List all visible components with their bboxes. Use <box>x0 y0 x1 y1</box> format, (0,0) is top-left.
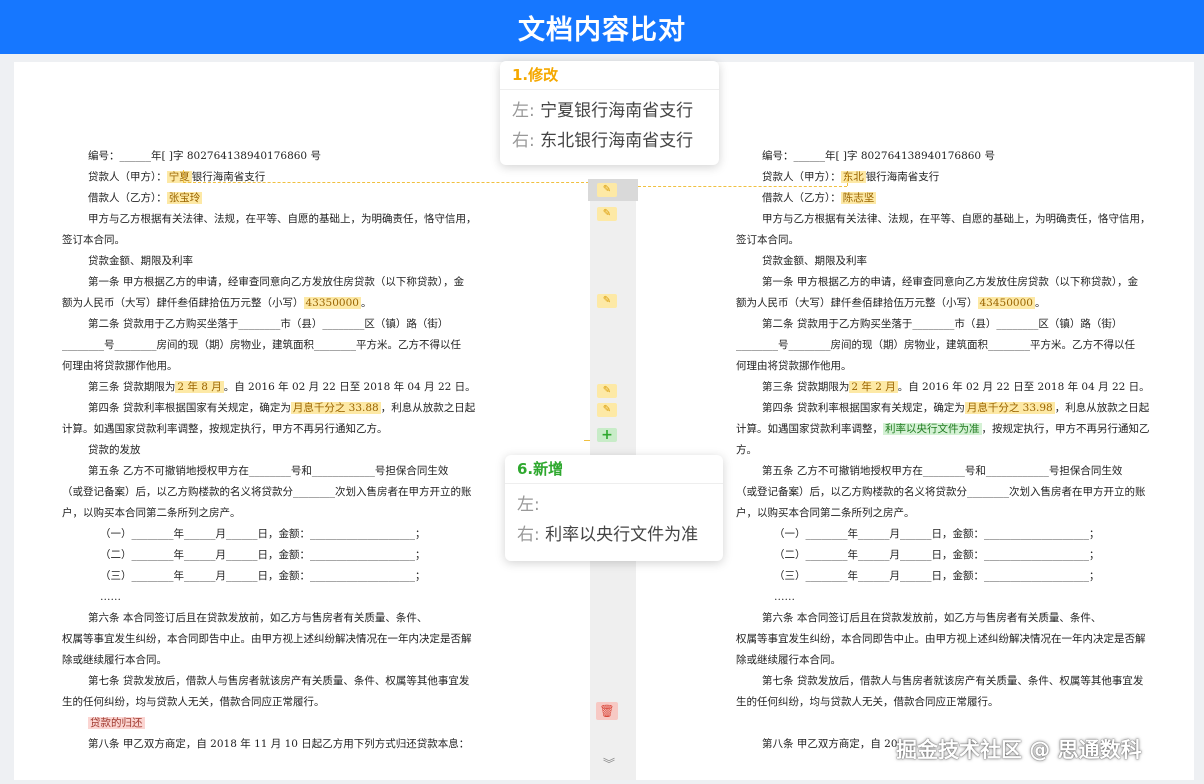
doc-line: 第七条 贷款发放后，借款人与售房者就该房产有关质量、条件、权属等其他事宜发 <box>88 675 470 687</box>
doc-line: （一）________年______月______日，金额：__________… <box>774 528 1100 540</box>
doc-line: 户，以购买本合同第二条所列之房产。 <box>62 507 241 519</box>
right-document: 编号：______年[ ]字 802764138940176860 号 贷款人（… <box>736 146 1151 755</box>
doc-line: ________号________房间的现（期）房物业，建筑面积________… <box>736 339 1135 351</box>
app-header: 文档内容比对 <box>0 0 1204 54</box>
doc-line: 签订本合同。 <box>736 234 799 246</box>
page-title: 文档内容比对 <box>518 14 686 46</box>
doc-line: 何理由将贷款挪作他用。 <box>62 360 178 372</box>
doc-line: 贷款金额、期限及利率 <box>762 255 867 267</box>
doc-line: 第二条 贷款用于乙方购买坐落于________市（县）________区（镇）路… <box>762 318 1123 330</box>
doc-line: 除或继续履行本合同。 <box>736 654 841 666</box>
diff-connector <box>183 182 589 183</box>
doc-line: 生的任何纠纷，均与贷款人无关，借款合同应正常履行。 <box>62 696 325 708</box>
diff-add-highlight[interactable]: 利率以央行文件为准 <box>883 423 982 435</box>
pencil-icon[interactable]: ✎ <box>597 183 617 197</box>
diff-delete-highlight[interactable]: 贷款的归还 <box>88 717 145 729</box>
doc-line: 第六条 本合同签订后且在贷款发放前，如乙方与售房者有关质量、条件、 <box>88 612 428 624</box>
doc-line: 第七条 贷款发放后，借款人与售房者就该房产有关质量、条件、权属等其他事宜发 <box>762 675 1144 687</box>
watermark-text: 掘金技术社区 @ 思通数科 <box>896 738 1142 762</box>
doc-line: 贷款金额、期限及利率 <box>88 255 193 267</box>
doc-line: 第四条 贷款利率根据国家有关规定，确定为 月息千分之 33.88 ，利息从放款之日起 <box>88 402 476 414</box>
doc-line: 签订本合同。 <box>62 234 125 246</box>
doc-line: 计算。如遇国家贷款利率调整， 利率以央行文件为准 ，按规定执行，甲方不再另行通知乙 <box>736 423 1150 435</box>
diff-modify-highlight[interactable]: 月息千分之 33.88 <box>290 402 381 414</box>
doc-line: （二）________年______月______日，金额：__________… <box>100 549 426 561</box>
doc-line: 何理由将贷款挪作他用。 <box>736 360 852 372</box>
doc-line: 第五条 乙方不可撤销地授权甲方在________号和____________号担… <box>762 465 1123 477</box>
pencil-icon[interactable]: ✎ <box>597 384 617 398</box>
doc-line: 借款人（乙方）： 陈志坚 <box>762 192 877 204</box>
doc-line: （三）________年______月______日，金额：__________… <box>774 570 1100 582</box>
doc-line: 第四条 贷款利率根据国家有关规定，确定为 月息千分之 33.98 ，利息从放款之日起 <box>762 402 1150 414</box>
diff-modify-highlight[interactable]: 43450000 <box>977 297 1035 309</box>
doc-line: …… <box>774 591 795 603</box>
doc-line: 第二条 贷款用于乙方购买坐落于________市（县）________区（镇）路… <box>88 318 449 330</box>
doc-line: （二）________年______月______日，金额：__________… <box>774 549 1100 561</box>
diff-modify-highlight[interactable]: 2 年 2 月 <box>849 381 898 393</box>
doc-line: 贷款人（甲方）： 宁夏 银行海南省支行 <box>88 171 266 183</box>
doc-line: …… <box>100 591 121 603</box>
diff-modify-highlight[interactable]: 陈志坚 <box>840 192 877 204</box>
trash-icon[interactable]: 🗑 <box>596 702 618 720</box>
popup-right-row: 右: 利率以央行文件为准 <box>517 525 699 545</box>
diff-detail-popup-add: 6.新增 左: 右: 利率以央行文件为准 <box>505 455 723 561</box>
plus-icon[interactable]: + <box>597 428 617 442</box>
doc-line: 权属等事宜发生纠纷，本合同即告中止。由甲方视上述纠纷解决情况在一年内决定是否解 <box>736 633 1146 645</box>
doc-line: （一）________年______月______日，金额：__________… <box>100 528 426 540</box>
doc-line: 甲方与乙方根据有关法律、法规，在平等、自愿的基础上，为明确责任，恪守信用， <box>762 213 1151 225</box>
pencil-icon[interactable]: ✎ <box>597 294 617 308</box>
popup-left-row: 左: <box>517 495 540 515</box>
doc-line: 第一条 甲方根据乙方的申请，经审查同意向乙方发放住房贷款（以下称贷款），金 <box>762 276 1139 288</box>
pencil-icon[interactable]: ✎ <box>597 207 617 221</box>
popup-right-row: 右: 东北银行海南省支行 <box>512 131 694 151</box>
diff-modify-highlight[interactable]: 张宝玲 <box>166 192 203 204</box>
diff-modify-highlight[interactable]: 2 年 8 月 <box>175 381 224 393</box>
doc-line: 额为人民币（大写）肆仟叁佰肆拾伍万元整（小写） 43450000。 <box>736 297 1046 309</box>
diff-connector <box>183 170 184 182</box>
doc-line: 第八条 甲乙双方商定，自 2018 年 11 月 10 日起乙方用下列方式归还贷… <box>88 738 470 750</box>
doc-line: 借款人（乙方）： 张宝玲 <box>88 192 203 204</box>
doc-line: 计算。如遇国家贷款利率调整，按规定执行，甲方不再另行通知乙方。 <box>62 423 388 435</box>
popup-title: 6.新增 <box>505 455 723 484</box>
doc-line: ________号________房间的现（期）房物业，建筑面积________… <box>62 339 461 351</box>
doc-line: （三）________年______月______日，金额：__________… <box>100 570 426 582</box>
doc-line: 额为人民币（大写）肆仟叁佰肆拾伍万元整（小写） 43350000。 <box>62 297 372 309</box>
diff-detail-popup-modify: 1.修改 左: 宁夏银行海南省支行 右: 东北银行海南省支行 <box>500 61 719 165</box>
doc-line: 权属等事宜发生纠纷，本合同即告中止。由甲方视上述纠纷解决情况在一年内决定是否解 <box>62 633 472 645</box>
doc-line: 生的任何纠纷，均与贷款人无关，借款合同应正常履行。 <box>736 696 999 708</box>
diff-modify-highlight[interactable]: 月息千分之 33.98 <box>964 402 1055 414</box>
doc-line: 除或继续履行本合同。 <box>62 654 167 666</box>
doc-line: 第一条 甲方根据乙方的申请，经审查同意向乙方发放住房贷款（以下称贷款），金 <box>88 276 465 288</box>
compare-stage: 编号：______年[ ]字 802764138940176860 号 贷款人（… <box>14 62 1194 780</box>
doc-line: 户，以购买本合同第二条所列之房产。 <box>736 507 915 519</box>
doc-line: 第六条 本合同签订后且在贷款发放前，如乙方与售房者有关质量、条件、 <box>762 612 1102 624</box>
doc-line: （或登记备案）后，以乙方购楼款的名义将贷款分________次划入售房者在甲方开… <box>62 486 472 498</box>
doc-line: 甲方与乙方根据有关法律、法规，在平等、自愿的基础上，为明确责任，恪守信用， <box>88 213 477 225</box>
diff-modify-highlight[interactable]: 东北 <box>840 171 866 183</box>
doc-line: 第三条 贷款期限为 2 年 8 月。自 2016 年 02 月 22 日至 201… <box>88 381 476 393</box>
popup-title: 1.修改 <box>500 61 719 90</box>
pencil-icon[interactable]: ✎ <box>597 403 617 417</box>
chevron-double-down-icon[interactable]: ︾ <box>602 755 616 771</box>
doc-line: （或登记备案）后，以乙方购楼款的名义将贷款分________次划入售房者在甲方开… <box>736 486 1146 498</box>
doc-line: 贷款人（甲方）： 东北 银行海南省支行 <box>762 171 940 183</box>
doc-line: 第三条 贷款期限为 2 年 2 月。自 2016 年 02 月 22 日至 201… <box>762 381 1150 393</box>
diff-connector <box>638 186 847 187</box>
diff-modify-highlight[interactable]: 43350000 <box>303 297 361 309</box>
doc-line: 贷款的归还 <box>62 713 462 734</box>
doc-line: 编号：______年[ ]字 802764138940176860 号 <box>88 150 321 162</box>
doc-line: 贷款的发放 <box>88 444 141 456</box>
left-document: 编号：______年[ ]字 802764138940176860 号 贷款人（… <box>62 146 477 755</box>
doc-line: 第五条 乙方不可撤销地授权甲方在________号和____________号担… <box>88 465 449 477</box>
doc-line: 编号：______年[ ]字 802764138940176860 号 <box>762 150 995 162</box>
diff-connector <box>847 174 848 186</box>
popup-left-row: 左: 宁夏银行海南省支行 <box>512 101 694 121</box>
doc-line: 方。 <box>736 444 757 456</box>
